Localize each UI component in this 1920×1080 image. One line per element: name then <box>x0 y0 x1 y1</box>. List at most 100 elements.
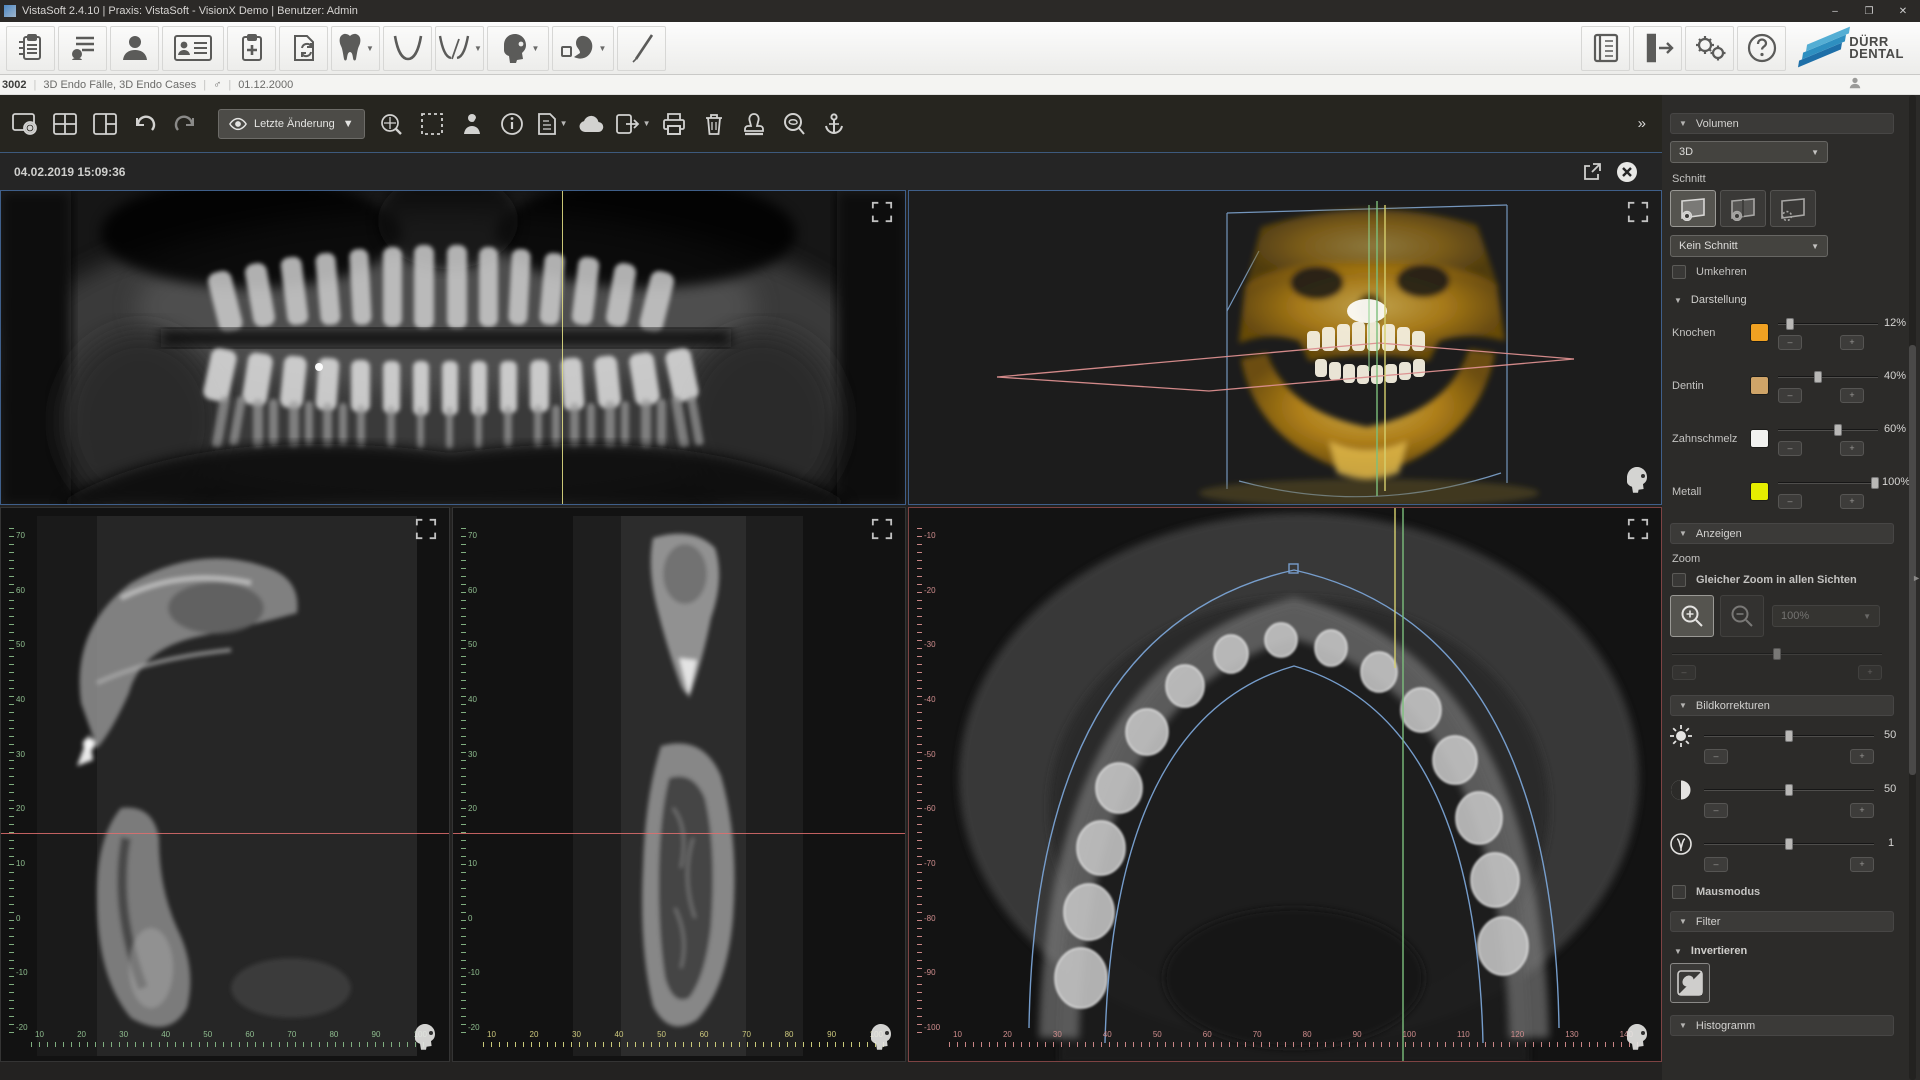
skull-view-button[interactable]: ▼ <box>487 26 549 71</box>
gamma-minus-stepper[interactable]: – <box>1704 857 1728 872</box>
patient-case-name[interactable]: 3D Endo Fälle, 3D Endo Cases <box>43 79 196 91</box>
brightness-plus-stepper[interactable]: + <box>1850 749 1874 764</box>
dentin-minus-stepper[interactable]: – <box>1778 388 1802 403</box>
delete-button[interactable] <box>697 104 731 144</box>
snapshot-view-button[interactable] <box>8 104 42 144</box>
loupe-button[interactable] <box>777 104 811 144</box>
cross-section-orientation-head-icon[interactable] <box>867 1023 893 1051</box>
viewport-axial[interactable]: -10-20-30-40-50-60-70-80-90-100 10203040… <box>908 507 1662 1062</box>
panel-scrollbar-thumb[interactable] <box>1909 345 1916 775</box>
panorama-dropdown-caret[interactable]: ▼ <box>474 44 482 53</box>
section-histogramm[interactable]: ▼ Histogramm <box>1670 1015 1894 1036</box>
umkehren-checkbox[interactable] <box>1672 265 1686 279</box>
zahnschmelz-slider[interactable] <box>1778 423 1878 437</box>
zahnschmelz-minus-stepper[interactable]: – <box>1778 441 1802 456</box>
metall-slider[interactable] <box>1778 476 1878 490</box>
zoom-plus-stepper[interactable]: + <box>1858 665 1882 680</box>
tooth-dropdown-caret[interactable]: ▼ <box>366 44 374 53</box>
section-bildkorrekturen[interactable]: ▼ Bildkorrekturen <box>1670 695 1894 716</box>
undo-button[interactable] <box>128 104 162 144</box>
center-button[interactable] <box>817 104 851 144</box>
section-darstellung[interactable]: ▼Darstellung <box>1674 294 1747 306</box>
patient-record-button[interactable] <box>162 26 224 71</box>
tooth-image-button[interactable]: ▼ <box>331 26 380 71</box>
open-external-icon[interactable] <box>1582 162 1602 182</box>
contrast-slider[interactable] <box>1704 783 1874 797</box>
close-study-icon[interactable] <box>1616 161 1638 183</box>
section-anzeigen[interactable]: ▼ Anzeigen <box>1670 523 1894 544</box>
patient-id[interactable]: 3002 <box>2 79 26 91</box>
viewport-panoramic[interactable] <box>0 190 906 505</box>
settings-button[interactable] <box>1685 26 1734 71</box>
toolbar-overflow-button[interactable]: » <box>1638 115 1646 132</box>
export-caret[interactable]: ▼ <box>643 119 651 128</box>
patient-button[interactable] <box>110 26 159 71</box>
maximize-button[interactable]: ❐ <box>1852 0 1886 22</box>
dentin-plus-stepper[interactable]: + <box>1840 388 1864 403</box>
zoom-slider[interactable] <box>1672 647 1882 661</box>
help-button[interactable] <box>1737 26 1786 71</box>
sagittal-orientation-head-icon[interactable] <box>411 1023 437 1051</box>
zoom-out-button[interactable] <box>1720 595 1764 637</box>
minimize-button[interactable]: – <box>1818 0 1852 22</box>
section-invertieren[interactable]: ▼Invertieren <box>1674 945 1747 957</box>
zahnschmelz-color-swatch[interactable] <box>1750 429 1769 448</box>
intraoral-button[interactable] <box>617 26 666 71</box>
marquee-select-button[interactable] <box>415 104 449 144</box>
zoom-in-button[interactable] <box>1670 595 1714 637</box>
approve-button[interactable] <box>737 104 771 144</box>
archive-button[interactable] <box>1581 26 1630 71</box>
clip-mode-half-button[interactable] <box>1720 190 1766 227</box>
zoom-value-dropdown[interactable]: 100%▼ <box>1772 605 1880 627</box>
report-caret[interactable]: ▼ <box>560 119 568 128</box>
zoom-minus-stepper[interactable]: – <box>1672 665 1696 680</box>
contrast-plus-stepper[interactable]: + <box>1850 803 1874 818</box>
viewport-cross-section[interactable]: 706050403020100-10-20 102030405060708090… <box>452 507 906 1062</box>
sagittal-axial-reference-line[interactable] <box>1 833 450 834</box>
volume-fullscreen-icon[interactable] <box>1627 201 1649 223</box>
metall-color-swatch[interactable] <box>1750 482 1769 501</box>
worklist-button[interactable] <box>6 26 55 71</box>
knochen-plus-stepper[interactable]: + <box>1840 335 1864 350</box>
mausmodus-checkbox[interactable] <box>1672 885 1686 899</box>
contrast-minus-stepper[interactable]: – <box>1704 803 1728 818</box>
viewport-3d-volume[interactable] <box>908 190 1662 505</box>
volume-mode-dropdown[interactable]: 3D▼ <box>1670 141 1828 163</box>
gamma-slider[interactable] <box>1704 837 1874 851</box>
close-button[interactable]: ✕ <box>1886 0 1920 22</box>
panel-collapse-arrow[interactable]: ► <box>1912 573 1920 583</box>
panorama-section-button[interactable]: ▼ <box>435 26 484 71</box>
panorama-button[interactable] <box>383 26 432 71</box>
logout-button[interactable] <box>1633 26 1682 71</box>
brightness-minus-stepper[interactable]: – <box>1704 749 1728 764</box>
ceph-dropdown-caret[interactable]: ▼ <box>599 44 607 53</box>
last-change-dropdown[interactable]: Letzte Änderung ▼ <box>218 109 365 139</box>
print-button[interactable] <box>657 104 691 144</box>
annotation-button[interactable] <box>455 104 489 144</box>
cross-section-axial-reference-line[interactable] <box>453 833 906 834</box>
viewport-sagittal[interactable]: 706050403020100-10-20 102030405060708090… <box>0 507 450 1062</box>
skull-dropdown-caret[interactable]: ▼ <box>532 44 540 53</box>
knochen-slider[interactable] <box>1778 317 1878 331</box>
clip-selection-dropdown[interactable]: Kein Schnitt▼ <box>1670 235 1828 257</box>
volume-orientation-head-icon[interactable] <box>1623 466 1649 494</box>
zahnschmelz-plus-stepper[interactable]: + <box>1840 441 1864 456</box>
same-zoom-checkbox[interactable] <box>1672 573 1686 587</box>
invert-button[interactable] <box>1670 963 1710 1003</box>
dentin-slider[interactable] <box>1778 370 1878 384</box>
view-finder-button[interactable] <box>375 104 409 144</box>
layout-grid-button[interactable] <box>48 104 82 144</box>
gamma-plus-stepper[interactable]: + <box>1850 857 1874 872</box>
panel-scrollbar[interactable] <box>1909 95 1916 1080</box>
section-filter[interactable]: ▼ Filter <box>1670 911 1894 932</box>
ceph-view-button[interactable]: ▼ <box>552 26 614 71</box>
layout-split-button[interactable] <box>88 104 122 144</box>
axial-fullscreen-icon[interactable] <box>1627 518 1649 540</box>
metall-plus-stepper[interactable]: + <box>1840 494 1864 509</box>
dentin-color-swatch[interactable] <box>1750 376 1769 395</box>
image-import-button[interactable] <box>279 26 328 71</box>
axial-orientation-head-icon[interactable] <box>1623 1023 1649 1051</box>
patient-search-button[interactable] <box>58 26 107 71</box>
cross-section-fullscreen-icon[interactable] <box>871 518 893 540</box>
panoramic-fullscreen-icon[interactable] <box>871 201 893 223</box>
